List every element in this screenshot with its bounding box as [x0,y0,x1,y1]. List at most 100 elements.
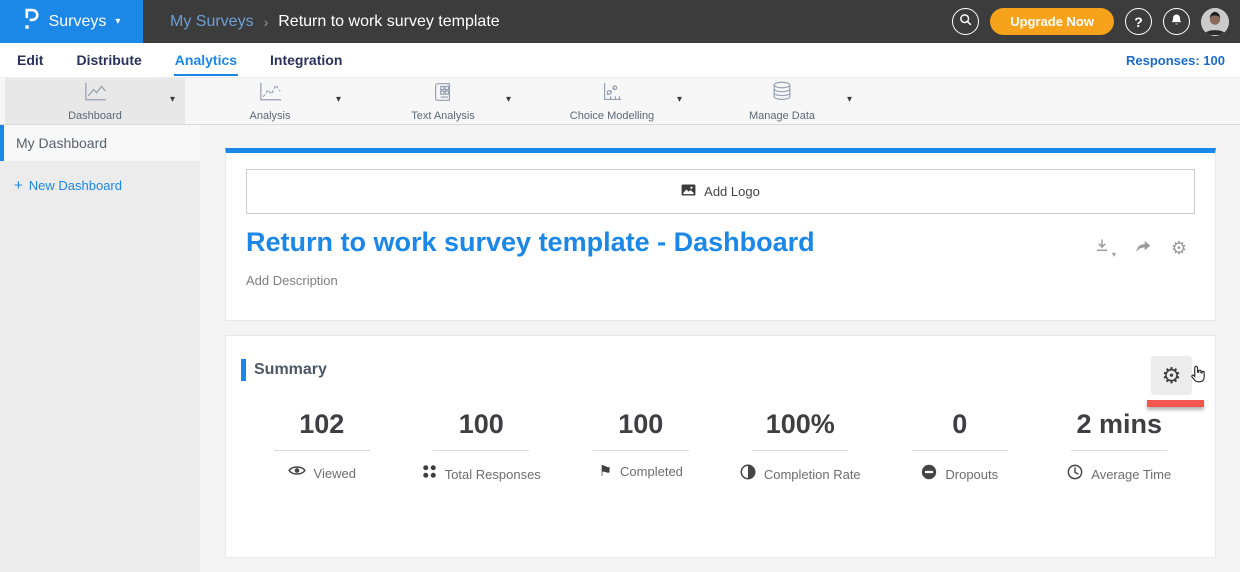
tab-integration[interactable]: Integration [269,45,343,76]
trend-chart-icon [257,81,284,108]
summary-header: Summary [241,359,327,381]
dashboard-header-card: Add Logo Return to work survey template … [225,148,1216,321]
stat-value: 100 [561,408,721,440]
avatar[interactable] [1201,8,1229,36]
download-button[interactable]: ▾ [1094,237,1116,259]
divider [752,450,848,451]
contrast-circle-icon [740,464,756,485]
stat-value: 102 [242,408,402,440]
tab-edit[interactable]: Edit [16,45,44,76]
topbar-actions: Upgrade Now ? [952,0,1229,43]
add-logo-label: Add Logo [704,184,760,199]
app-logo-menu[interactable]: Surveys ▾ [0,0,143,43]
stat-label: Completed [620,464,683,479]
stat-value: 100 [402,408,562,440]
help-button[interactable]: ? [1125,8,1152,35]
new-dashboard-button[interactable]: + New Dashboard [14,177,200,194]
breadcrumb-separator: › [264,14,269,30]
search-button[interactable] [952,8,979,35]
stat-label: Dropouts [945,467,998,482]
section-accent-bar [241,359,246,381]
summary-stats: 102 Viewed 100 Total Responses 100 [242,408,1199,485]
line-chart-icon [82,81,109,108]
download-icon [1094,237,1110,259]
clock-icon [1067,464,1083,485]
highlight-underline [1147,400,1204,407]
document-grid-icon [431,81,455,108]
settings-button[interactable]: ⚙ [1171,239,1187,257]
stat-value: 2 mins [1040,408,1200,440]
search-icon [959,13,973,30]
bell-icon [1170,13,1183,30]
toolbar-item-label: Analysis [250,110,291,122]
breadcrumb-current: Return to work survey template [278,13,499,31]
plus-icon: + [14,177,23,194]
chevron-down-icon[interactable]: ▾ [677,94,682,105]
gear-icon: ⚙ [1171,239,1187,257]
dashboard-title[interactable]: Return to work survey template - Dashboa… [246,227,815,258]
add-description-placeholder[interactable]: Add Description [246,273,338,288]
divider [274,450,370,451]
share-button[interactable] [1134,238,1153,259]
stat-value: 100% [721,408,881,440]
stat-completed: 100 ⚑ Completed [561,408,721,485]
divider [433,450,529,451]
stat-average-time: 2 mins Average Time [1040,408,1200,485]
database-icon [770,80,794,108]
breadcrumb-my-surveys[interactable]: My Surveys [170,13,254,31]
responses-count[interactable]: Responses: 100 [1126,53,1225,68]
stat-label: Viewed [314,466,356,481]
toolbar-item-label: Dashboard [68,110,122,122]
divider [912,450,1008,451]
dashboard-sidebar: My Dashboard + New Dashboard [0,125,200,572]
brand-p-logo-icon [23,7,40,36]
new-dashboard-label: New Dashboard [29,178,122,193]
summary-title: Summary [254,361,327,379]
summary-settings-button[interactable]: ⚙ [1151,356,1192,395]
stat-viewed: 102 Viewed [242,408,402,485]
minus-circle-icon [921,464,937,485]
chevron-down-icon: ▾ [1112,250,1116,259]
toolbar-item-text-analysis[interactable]: Text Analysis [383,78,503,124]
eye-icon [288,464,306,482]
toolbar-item-choice-modelling[interactable]: Choice Modelling [547,78,677,124]
divider [593,450,689,451]
chevron-down-icon[interactable]: ▾ [847,94,852,105]
gear-icon: ⚙ [1162,365,1182,387]
share-arrow-icon [1134,238,1153,259]
stat-value: 0 [880,408,1040,440]
stat-total-responses: 100 Total Responses [402,408,562,485]
stat-completion-rate: 100% Completion Rate [721,408,881,485]
product-name: Surveys [49,13,107,31]
toolbar-item-label: Manage Data [749,110,815,122]
stat-label: Completion Rate [764,467,861,482]
upgrade-now-button[interactable]: Upgrade Now [990,8,1114,35]
toolbar-item-manage-data[interactable]: Manage Data [722,78,842,124]
survey-tabs: Edit Distribute Analytics Integration [0,45,343,76]
chevron-down-icon: ▾ [115,16,120,27]
toolbar-item-label: Text Analysis [411,110,475,122]
top-bar: Surveys ▾ My Surveys › Return to work su… [0,0,1240,43]
toolbar-item-analysis[interactable]: Analysis [215,78,325,124]
chevron-down-icon[interactable]: ▾ [170,94,175,105]
notifications-button[interactable] [1163,8,1190,35]
question-mark-icon: ? [1134,14,1143,30]
chevron-down-icon[interactable]: ▾ [506,94,511,105]
dashboard-actions: ▾ ⚙ [1094,237,1187,259]
scatter-chart-icon [599,81,625,108]
flag-icon: ⚑ [599,464,612,479]
analytics-toolbar: Dashboard ▾ Analysis ▾ Text Analysis ▾ C… [0,77,1240,125]
grid-dots-icon [422,464,437,484]
stat-label: Total Responses [445,467,541,482]
stat-label: Average Time [1091,467,1171,482]
sidebar-item-my-dashboard[interactable]: My Dashboard [0,125,200,161]
add-logo-dropzone[interactable]: Add Logo [246,169,1195,214]
tab-analytics[interactable]: Analytics [174,45,238,76]
chevron-down-icon[interactable]: ▾ [336,94,341,105]
toolbar-item-dashboard[interactable]: Dashboard ▾ [5,78,185,124]
sidebar-item-label: My Dashboard [16,135,107,151]
summary-card: Summary ⚙ 102 Viewed 100 [225,335,1216,558]
breadcrumb: My Surveys › Return to work survey templ… [170,13,500,31]
toolbar-item-label: Choice Modelling [570,110,654,122]
tab-distribute[interactable]: Distribute [75,45,142,76]
